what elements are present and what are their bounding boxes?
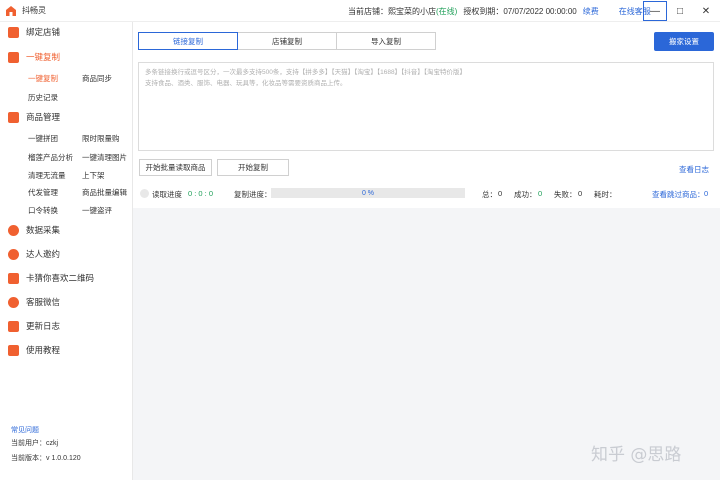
progress-row: 读取进度 0 : 0 : 0 复制进度： 0 % 总： 0 成功： 0 失败： … [133, 184, 720, 204]
sub-item-group-buy[interactable]: 一键拼团 [28, 133, 58, 144]
auth-label: 授权到期： [463, 6, 504, 16]
fail-label: 失败： [554, 190, 577, 199]
log-icon [8, 320, 19, 332]
fail-value: 0 [578, 189, 583, 198]
sub-item-product-sync[interactable]: 商品同步 [82, 73, 112, 84]
skipped-value: 0 [704, 189, 709, 198]
time-label: 耗时： [594, 190, 617, 199]
watermark: 知乎 @思路 [591, 445, 682, 465]
nav-update-log[interactable]: 更新日志 [0, 316, 133, 336]
nav-influencer-invite[interactable]: 达人邀约 [0, 244, 133, 264]
tab-import-copy[interactable]: 导入复制 [336, 32, 436, 50]
store-status: 当前店铺： 熙宝菜的小店 (在线) 授权到期： 07/07/2022 00:00… [348, 0, 651, 22]
store-icon [8, 26, 19, 38]
nav-label: 客服微信 [26, 297, 61, 307]
sub-item-shelf[interactable]: 上下架 [82, 170, 105, 181]
main-content: 链接复制 店铺复制 导入复制 搬家设置 多条链接换行或逗号区分，一次最多支持50… [133, 22, 720, 480]
app-title: 抖畅灵 [22, 6, 46, 15]
sub-item-code-convert[interactable]: 口令转换 [28, 205, 58, 216]
sub-item-one-click-copy[interactable]: 一键复制 [28, 73, 58, 84]
read-progress-label: 读取进度 [152, 190, 182, 199]
move-settings-button[interactable]: 搬家设置 [654, 32, 714, 51]
nav-label: 达人邀约 [26, 249, 61, 259]
invite-icon [8, 248, 19, 260]
auth-date: 07/07/2022 00:00:00 [503, 6, 577, 16]
copy-progress-bar: 0 % [271, 188, 465, 198]
store-label: 当前店铺： [348, 6, 388, 16]
close-button[interactable]: ✕ [694, 0, 718, 22]
store-name: 熙宝菜的小店 [388, 6, 436, 16]
tab-store-copy[interactable]: 店铺复制 [237, 32, 337, 50]
nav-product-manage[interactable]: 商品管理 [0, 107, 133, 127]
current-user: 当前用户：czkj [11, 440, 59, 447]
nav-label: 商品管理 [26, 112, 61, 122]
heart-icon [8, 272, 19, 284]
sub-item-copy-reviews[interactable]: 一键盗评 [82, 205, 112, 216]
book-icon [8, 344, 19, 356]
grid-icon [8, 111, 19, 123]
sub-item-clean-images[interactable]: 一键清理图片 [82, 152, 127, 163]
nav-label: 数据采集 [26, 225, 61, 235]
tab-link-copy[interactable]: 链接复制 [138, 32, 238, 50]
sidebar: 绑定店铺 一键复制 一键复制 商品同步 历史记录 商品管理 一键拼团 限时限量购… [0, 22, 133, 480]
copy-progress-label: 复制进度： [234, 190, 272, 199]
batch-read-button[interactable]: 开始批量读取商品 [139, 159, 212, 176]
success-value: 0 [538, 189, 543, 198]
total-value: 0 [498, 189, 503, 198]
copy-progress-percent: 0 % [361, 189, 375, 197]
nav-label: 绑定店铺 [26, 27, 61, 37]
placeholder-line: 多条链接换行或逗号区分，一次最多支持500条，支持【拼多多】【天猫】【淘宝】【1… [145, 69, 467, 76]
faq-link[interactable]: 常见问题 [11, 425, 39, 435]
nav-wechat-service[interactable]: 客服微信 [0, 292, 133, 312]
wechat-icon [8, 296, 19, 308]
nav-data-collect[interactable]: 数据采集 [0, 220, 133, 240]
view-log-link[interactable]: 查看日志 [679, 164, 709, 175]
sub-item-dropship[interactable]: 代发管理 [28, 187, 58, 198]
current-version: 当前版本：v 1.0.0.120 [11, 455, 81, 462]
app-logo-icon [6, 5, 16, 16]
minimize-button[interactable]: — [643, 1, 667, 21]
sub-item-product-analysis[interactable]: 榴莲产品分析 [28, 152, 73, 163]
nav-label: 更新日志 [26, 321, 61, 331]
nav-one-click-copy[interactable]: 一键复制 [0, 47, 133, 67]
success-label: 成功： [514, 190, 537, 199]
nav-label: 使用教程 [26, 345, 61, 355]
nav-label: 卡猜你喜欢二维码 [26, 273, 95, 283]
sub-item-clean-no-traffic[interactable]: 清理无流量 [28, 170, 66, 181]
sub-item-limited-buy[interactable]: 限时限量购 [82, 133, 120, 144]
copy-panel: 链接复制 店铺复制 导入复制 搬家设置 多条链接换行或逗号区分，一次最多支持50… [133, 22, 720, 208]
collect-icon [8, 224, 19, 236]
read-progress-value: 0 : 0 : 0 [188, 189, 214, 198]
total-label: 总： [482, 190, 497, 199]
links-textarea[interactable]: 多条链接换行或逗号区分，一次最多支持500条，支持【拼多多】【天猫】【淘宝】【1… [138, 62, 714, 151]
textarea-placeholder: 多条链接换行或逗号区分，一次最多支持500条，支持【拼多多】【天猫】【淘宝】【1… [145, 67, 707, 89]
loading-icon [140, 189, 149, 198]
maximize-button[interactable]: □ [668, 0, 692, 22]
skipped-products-link[interactable]: 查看跳过商品： [652, 189, 705, 200]
online-status: (在线) [436, 6, 458, 16]
sub-item-batch-edit[interactable]: 商品批量编辑 [82, 187, 127, 198]
placeholder-line: 支持食品、酒类、服饰、电器、玩具等，化妆品等需要资质商品上传。 [145, 80, 347, 87]
start-copy-button[interactable]: 开始复制 [217, 159, 289, 176]
copy-mode-tabs: 链接复制 店铺复制 导入复制 [138, 32, 436, 50]
nav-qrcode[interactable]: 卡猜你喜欢二维码 [0, 268, 133, 288]
renew-link[interactable]: 续费 [583, 6, 599, 17]
nav-bind-store[interactable]: 绑定店铺 [0, 22, 133, 42]
nav-tutorial[interactable]: 使用教程 [0, 340, 133, 360]
copy-icon [8, 51, 19, 63]
nav-label: 一键复制 [26, 52, 61, 62]
sub-item-history[interactable]: 历史记录 [28, 92, 58, 103]
